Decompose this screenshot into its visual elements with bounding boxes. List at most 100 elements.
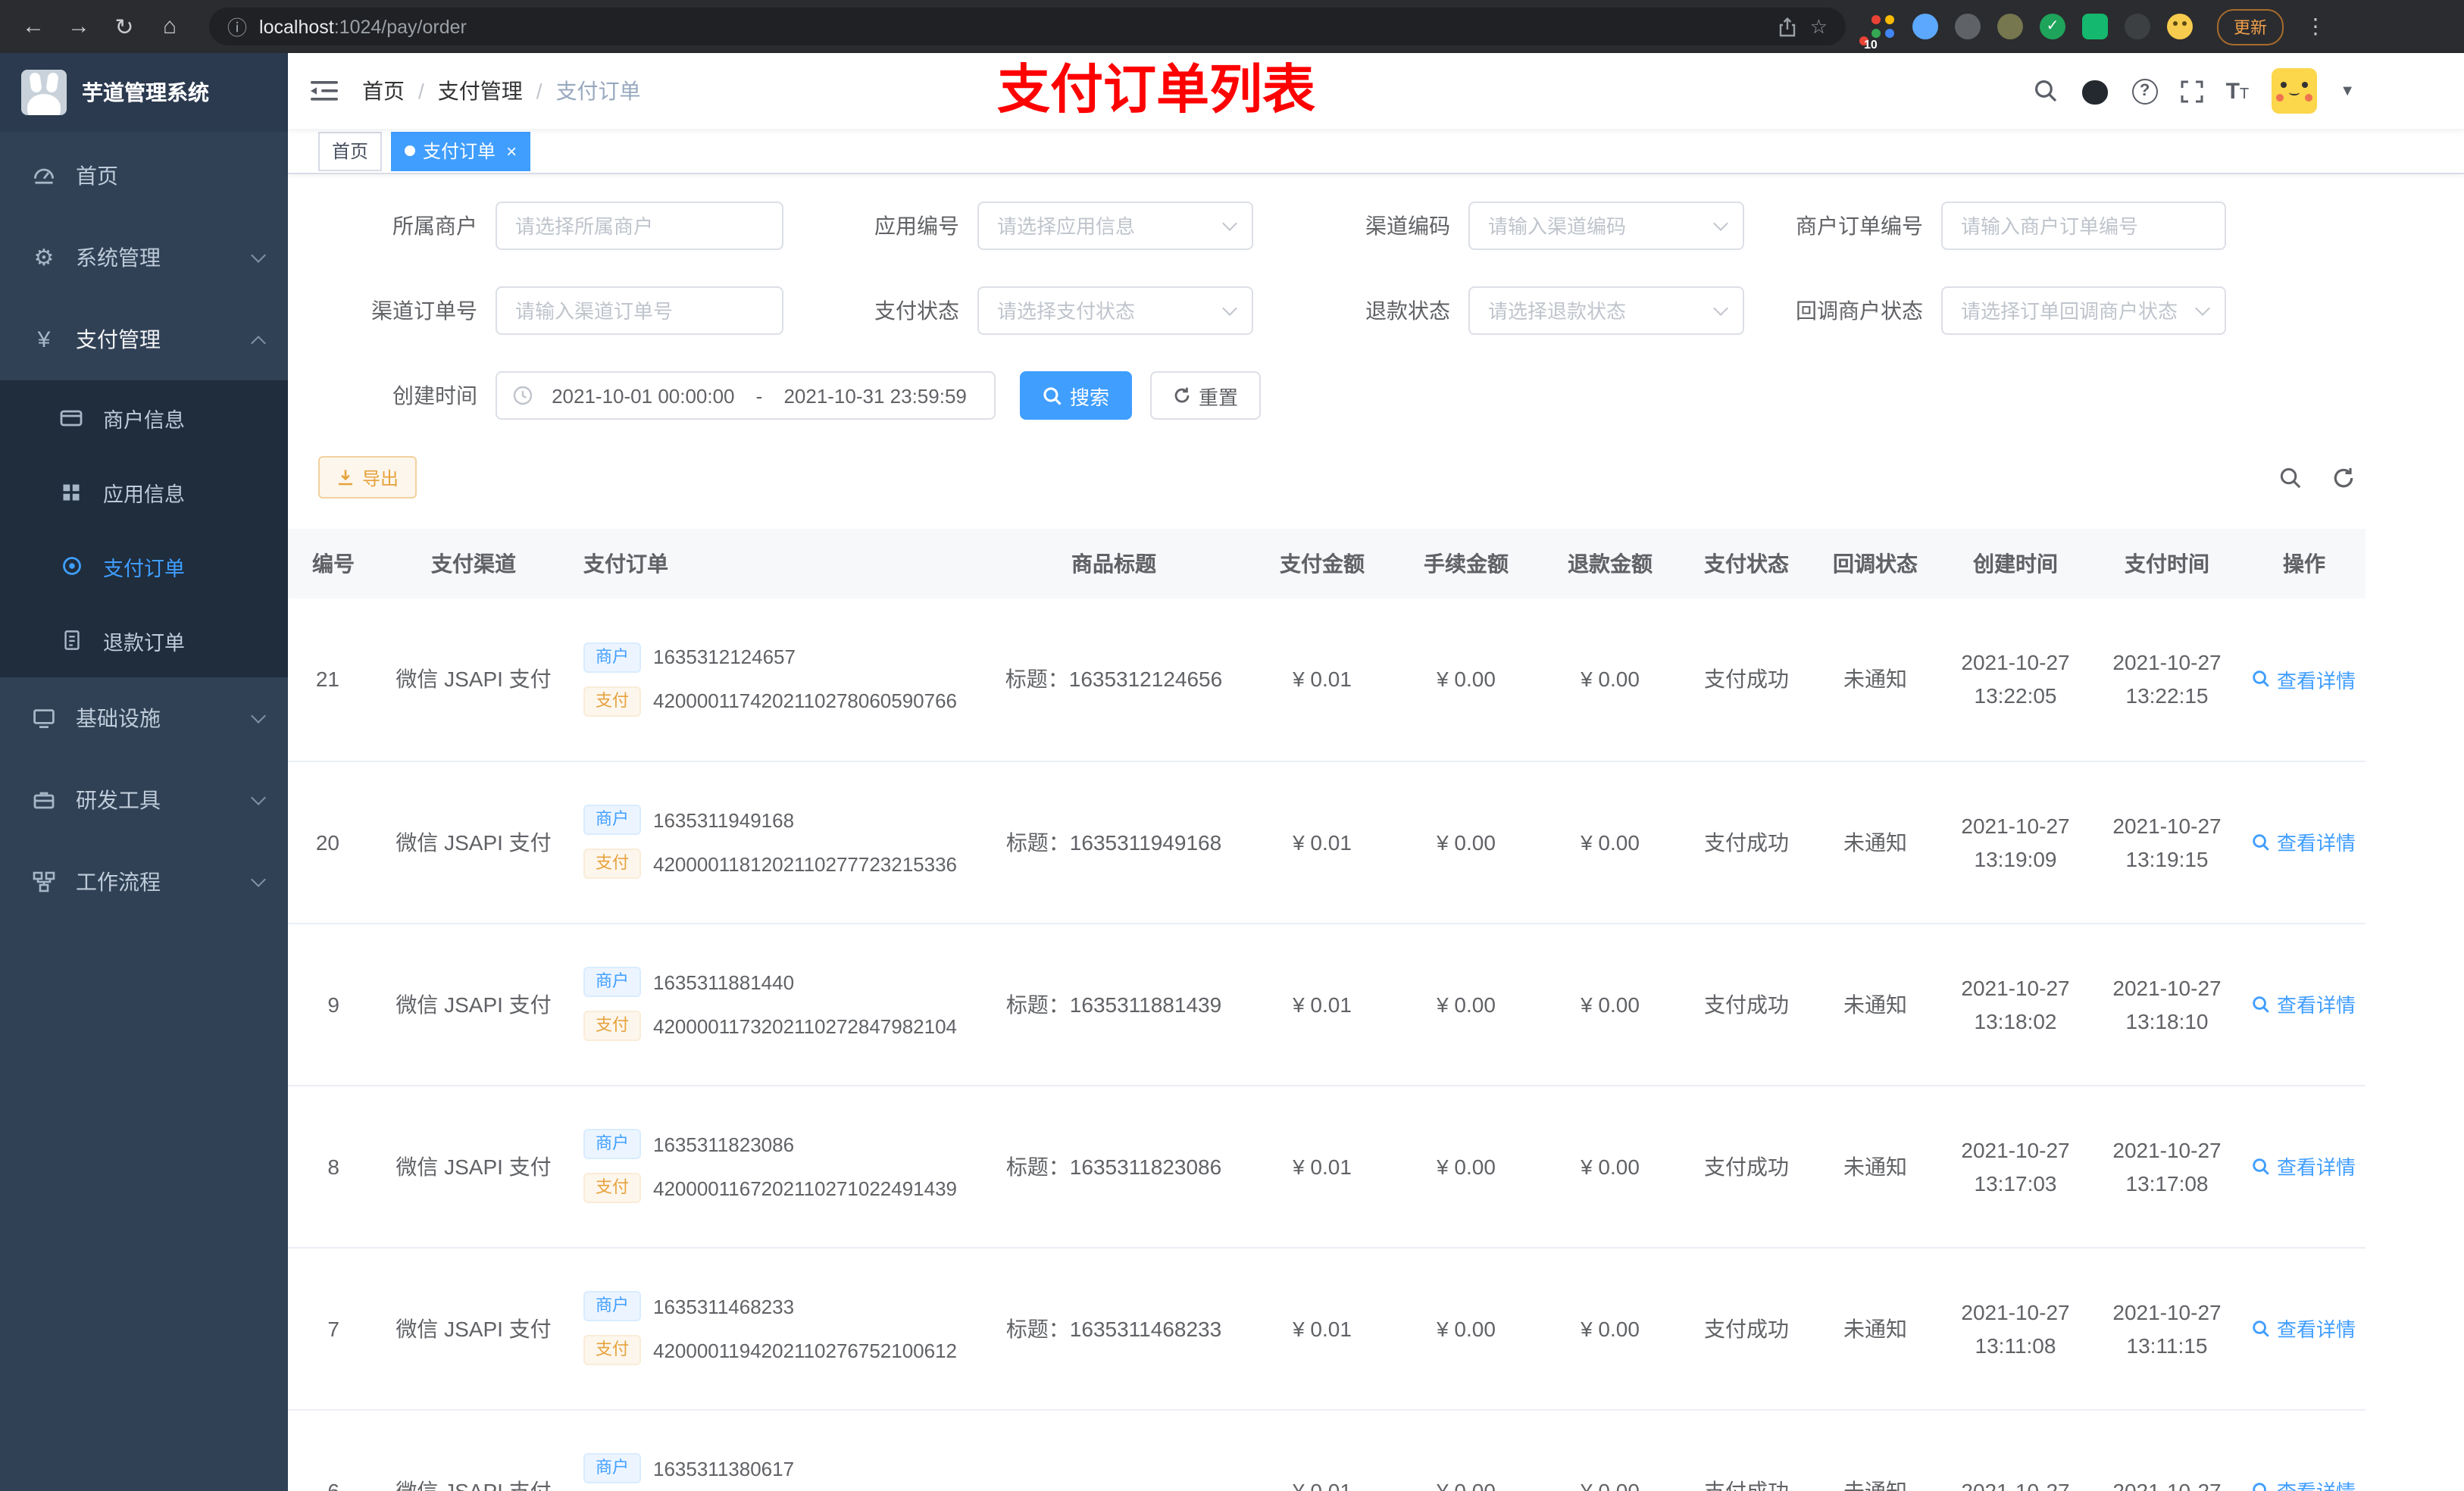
sidebar-item-workflow[interactable]: 工作流程	[0, 841, 288, 923]
browser-update-button[interactable]: 更新	[2217, 8, 2284, 45]
pay-status: 支付成功	[1704, 667, 1789, 692]
caret-down-icon[interactable]: ▼	[2340, 83, 2355, 99]
col-notify-status: 回调状态	[1811, 529, 1940, 599]
export-button[interactable]: 导出	[318, 456, 417, 499]
reload-icon[interactable]: ↻	[106, 13, 142, 40]
pay-amount: ¥ 0.01	[1293, 1316, 1352, 1340]
refund-amount: ¥ 0.00	[1581, 992, 1640, 1016]
refund-amount: ¥ 0.00	[1581, 1478, 1640, 1491]
flow-icon	[30, 870, 58, 894]
fee-amount: ¥ 0.00	[1437, 1478, 1496, 1491]
channel-order-no-input[interactable]	[496, 286, 783, 335]
address-bar[interactable]: ⓘ localhost:1024/pay/order ☆	[209, 8, 1846, 45]
table-body: 21 微信 JSAPI 支付 商户 1635312124657 支付 4200001…	[288, 599, 2366, 1491]
merchant-order-no-input[interactable]	[1941, 202, 2226, 250]
merchant-tag: 商户	[583, 805, 641, 835]
search-button[interactable]: 搜索	[1020, 371, 1133, 420]
merchant-input[interactable]	[496, 202, 783, 250]
view-detail-link[interactable]: 查看详情	[2253, 665, 2356, 694]
sidebar-item-merchant-info[interactable]: 商户信息	[0, 380, 288, 455]
forward-icon[interactable]: →	[61, 14, 97, 39]
refresh-icon[interactable]	[2332, 466, 2355, 489]
channel-code-select[interactable]	[1468, 202, 1744, 250]
browser-menu-icon[interactable]: ⋮	[2299, 14, 2332, 39]
extension-icon[interactable]	[2167, 14, 2193, 39]
sidebar-item-dev-tools[interactable]: 研发工具	[0, 759, 288, 841]
sidebar-item-app-info[interactable]: 应用信息	[0, 455, 288, 529]
search-toggle-icon[interactable]	[2279, 466, 2302, 489]
sidebar-item-pay-order[interactable]: 支付订单	[0, 529, 288, 603]
app-select[interactable]	[977, 202, 1253, 250]
date-start[interactable]: 2021-10-01 00:00:00	[539, 384, 747, 407]
channel-pay-no: 4200001194202110276752100612	[653, 1339, 958, 1361]
notify-status-select[interactable]	[1941, 286, 2226, 335]
font-size-icon[interactable]: TT	[2226, 80, 2250, 102]
order-id: 20	[315, 830, 339, 854]
extension-icon[interactable]	[1997, 14, 2023, 39]
date-end[interactable]: 2021-10-31 23:59:59	[771, 384, 979, 407]
avatar[interactable]	[2272, 68, 2318, 114]
col-refund: 退款金额	[1538, 529, 1682, 599]
share-icon[interactable]	[1778, 16, 1798, 37]
sidebar-item-payment[interactable]: ¥ 支付管理	[0, 299, 288, 380]
pay-amount: ¥ 0.01	[1293, 1478, 1352, 1491]
extension-icon[interactable]	[2125, 14, 2150, 39]
extension-icon[interactable]: ✓	[2040, 14, 2065, 39]
site-info-icon[interactable]: ⓘ	[227, 12, 247, 41]
tags-view: 首页 支付订单 ×	[288, 129, 2464, 174]
extension-icon[interactable]	[2082, 14, 2108, 39]
close-icon[interactable]: ×	[506, 140, 517, 161]
create-time: 13:22:05	[1974, 683, 2057, 708]
extension-icon[interactable]	[1912, 14, 1938, 39]
view-detail-link[interactable]: 查看详情	[2253, 989, 2356, 1018]
view-detail-link[interactable]: 查看详情	[2253, 1314, 2356, 1343]
sidebar-item-refund-order[interactable]: 退款订单	[0, 603, 288, 677]
product-title: 标题：1635312124656	[1005, 667, 1223, 692]
filter-label-notify-status: 回调商户状态	[1796, 299, 1923, 323]
pay-date: 2021-10-27	[2112, 975, 2222, 999]
tab-pay-order[interactable]: 支付订单 ×	[391, 131, 531, 170]
breadcrumb-home[interactable]: 首页	[362, 76, 405, 106]
document-icon	[58, 629, 85, 652]
notify-status: 未通知	[1843, 992, 1907, 1016]
view-detail-link[interactable]: 查看详情	[2253, 1152, 2356, 1180]
active-dot-icon	[405, 145, 416, 156]
filter-row-2: 渠道订单号 支付状态 退款状态 回调商户状态	[318, 286, 2434, 335]
target-icon	[58, 555, 85, 577]
create-date: 2021-10-27	[1961, 1299, 2070, 1324]
product-title: 标题：1635311468233	[1005, 1316, 1222, 1340]
pay-date: 2021-10-27	[2112, 1137, 2222, 1161]
extension-icon[interactable]	[1955, 14, 1981, 39]
sidebar-item-system[interactable]: ⚙ 系统管理	[0, 217, 288, 299]
view-detail-link[interactable]: 查看详情	[2253, 1476, 2356, 1491]
sidebar-item-home[interactable]: 首页	[0, 135, 288, 217]
sidebar-item-infra[interactable]: 基础设施	[0, 677, 288, 759]
hamburger-icon[interactable]	[311, 80, 338, 102]
bookmark-star-icon[interactable]: ☆	[1810, 14, 1828, 39]
filter-label-refund-status: 退款状态	[1365, 299, 1450, 323]
search-icon[interactable]	[2034, 79, 2058, 103]
pay-status-select[interactable]	[977, 286, 1253, 335]
pay-channel: 微信 JSAPI 支付	[396, 1478, 552, 1491]
help-icon[interactable]: ?	[2131, 78, 2158, 104]
tab-home[interactable]: 首页	[318, 131, 383, 170]
date-range-picker[interactable]: 2021-10-01 00:00:00 - 2021-10-31 23:59:5…	[496, 371, 996, 420]
breadcrumb-section[interactable]: 支付管理	[438, 76, 523, 106]
browser-toolbar: ← → ↻ ⌂ ⓘ localhost:1024/pay/order ☆ 10 …	[0, 0, 2464, 53]
fee-amount: ¥ 0.00	[1437, 992, 1496, 1016]
sidebar-menu: 首页 ⚙ 系统管理 ¥ 支付管理 商户信息 应用信息 支付订单 退款订单 基础设…	[0, 132, 288, 1491]
home-icon[interactable]: ⌂	[152, 14, 188, 39]
view-detail-link[interactable]: 查看详情	[2253, 827, 2356, 856]
fullscreen-icon[interactable]	[2181, 80, 2203, 102]
col-amount: 支付金额	[1250, 529, 1394, 599]
github-icon[interactable]	[2081, 77, 2109, 105]
merchant-order-no: 1635311468233	[653, 1295, 795, 1318]
reset-button[interactable]: 重置	[1150, 371, 1262, 420]
page-content: 所属商户 应用编号 渠道编码 商户订单编号 渠道订单号 支付状态 退款状态	[288, 174, 2464, 1491]
back-icon[interactable]: ←	[15, 14, 52, 39]
filter-label-merchant: 所属商户	[392, 214, 477, 238]
refund-status-select[interactable]	[1468, 286, 1744, 335]
date-separator: -	[755, 384, 763, 407]
pay-channel: 微信 JSAPI 支付	[396, 1154, 552, 1178]
extension-icon[interactable]: 10	[1859, 14, 1896, 52]
